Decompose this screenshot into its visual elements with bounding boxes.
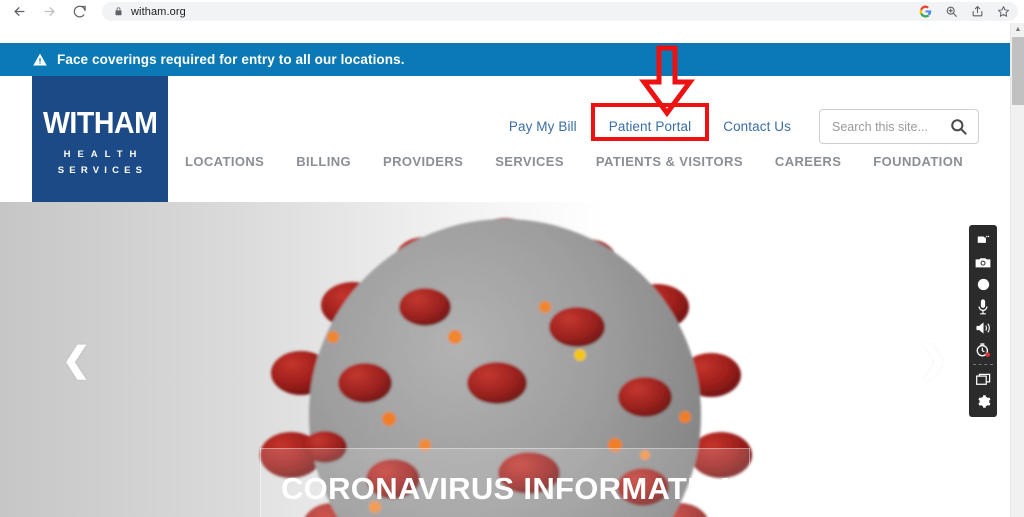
speaker-icon[interactable] — [969, 317, 997, 339]
microphone-icon[interactable] — [969, 295, 997, 317]
lock-icon — [114, 6, 123, 17]
toolbar-divider — [973, 364, 993, 365]
alert-text: Face coverings required for entry to all… — [57, 52, 405, 67]
site-logo[interactable]: WITHAM HEALTH SERVICES — [32, 76, 168, 202]
hero-title: CORONAVIRUS INFORMATION — [281, 471, 744, 506]
window-icon[interactable] — [969, 368, 997, 390]
share-icon[interactable] — [971, 5, 984, 18]
alert-banner: Face coverings required for entry to all… — [0, 43, 1010, 76]
screen-capture-icon[interactable] — [969, 229, 997, 251]
logo-wordmark: WITHAM — [42, 104, 158, 140]
nav-item-services[interactable]: SERVICES — [479, 154, 580, 169]
timer-icon[interactable] — [969, 339, 997, 361]
warning-triangle-icon — [32, 52, 48, 67]
page-viewport: Face coverings required for entry to all… — [0, 23, 1010, 517]
browser-toolbar: witham.org — [0, 0, 1024, 23]
page-scrollbar[interactable]: ▲ — [1010, 23, 1024, 517]
utility-link-pay-my-bill[interactable]: Pay My Bill — [495, 119, 591, 134]
reload-button[interactable] — [64, 0, 94, 23]
nav-item-foundation[interactable]: FOUNDATION — [857, 154, 979, 169]
search-input[interactable]: Search this site... — [819, 109, 979, 144]
url-text: witham.org — [131, 5, 186, 18]
screenshot-root: witham.org Face coverings required for e… — [0, 0, 1024, 517]
nav-item-careers[interactable]: CAREERS — [759, 154, 857, 169]
scroll-up-arrow[interactable]: ▲ — [1011, 23, 1024, 36]
omnibox-actions — [919, 2, 1010, 21]
address-bar[interactable]: witham.org — [102, 2, 1018, 21]
gear-icon[interactable] — [969, 390, 997, 412]
nav-item-providers[interactable]: PROVIDERS — [367, 154, 479, 169]
main-navigation: LOCATIONS BILLING PROVIDERS SERVICES PAT… — [169, 154, 979, 169]
record-icon[interactable] — [969, 273, 997, 295]
hero-next-button[interactable]: ❯ — [920, 343, 949, 377]
camera-icon[interactable] — [969, 251, 997, 273]
back-button[interactable] — [4, 0, 34, 23]
down-arrow-annotation — [639, 45, 695, 118]
utility-link-patient-portal[interactable]: Patient Portal — [590, 103, 710, 141]
search-icon[interactable] — [949, 117, 968, 136]
nav-item-locations[interactable]: LOCATIONS — [169, 154, 280, 169]
nav-item-billing[interactable]: BILLING — [280, 154, 367, 169]
search-placeholder: Search this site... — [832, 119, 928, 134]
page-top-spacer — [0, 23, 1010, 43]
utility-nav: Pay My Bill Patient Portal Contact Us Se… — [495, 103, 979, 144]
google-lens-icon[interactable] — [919, 5, 932, 18]
hero-prev-button[interactable]: ❮ — [62, 343, 91, 377]
utility-link-contact-us[interactable]: Contact Us — [709, 119, 805, 134]
nav-item-patients-and-visitors[interactable]: PATIENTS & VISITORS — [580, 154, 759, 169]
zoom-icon[interactable] — [945, 5, 958, 18]
site-header: WITHAM HEALTH SERVICES Pay My Bill Patie… — [0, 76, 1010, 202]
utility-link-patient-portal-label: Patient Portal — [608, 119, 692, 134]
logo-tagline-health: HEALTH — [63, 148, 144, 160]
logo-tagline-services: SERVICES — [57, 164, 148, 176]
scrollbar-thumb[interactable] — [1012, 37, 1024, 105]
hero-caption[interactable]: CORONAVIRUS INFORMATION — [260, 448, 750, 517]
bookmark-star-icon[interactable] — [997, 5, 1010, 18]
recorder-toolbar — [969, 225, 997, 417]
forward-button[interactable] — [34, 0, 64, 23]
hero-slider: ❮ ❯ CORONAVIRUS INFORMATION — [0, 202, 1010, 517]
